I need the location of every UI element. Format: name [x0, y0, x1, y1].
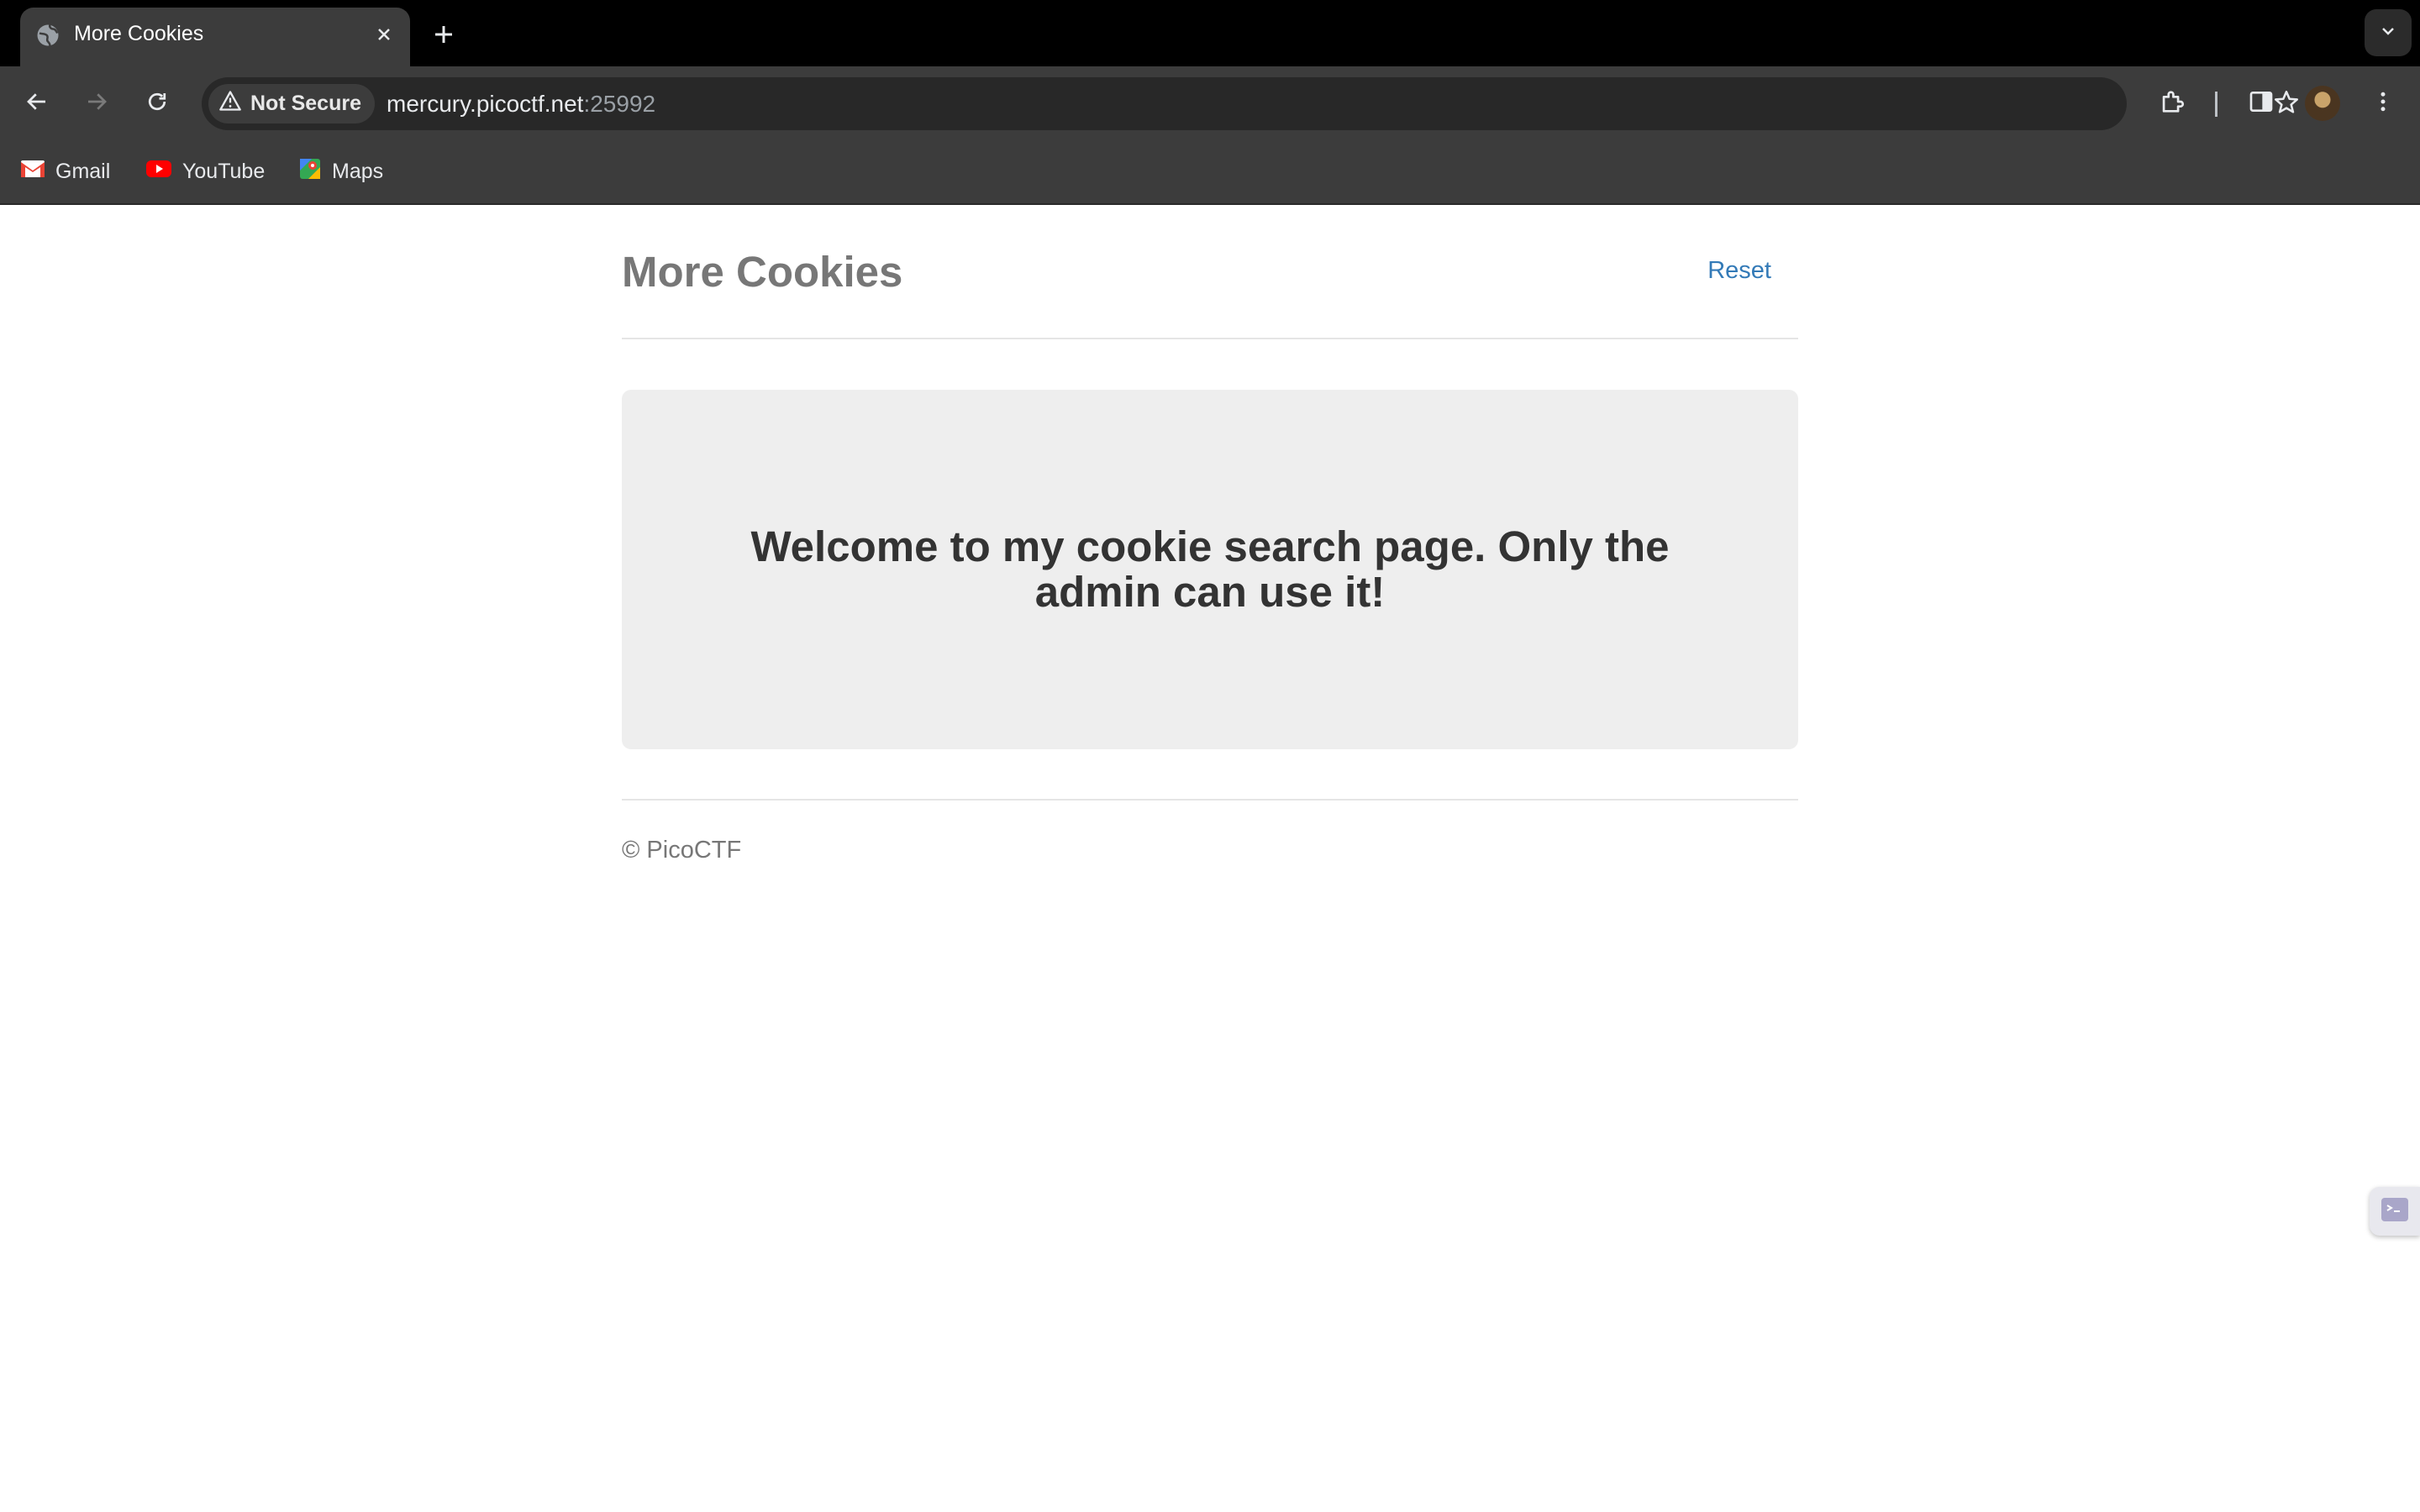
- chevron-down-icon: [2379, 22, 2397, 45]
- bookmarks-bar: Gmail YouTube Maps: [0, 140, 2420, 205]
- arrow-right-icon: [84, 89, 109, 118]
- url-port: :25992: [583, 91, 656, 117]
- browser-menu-button[interactable]: [2363, 83, 2403, 123]
- puzzle-icon: [2158, 87, 2186, 120]
- extensions-button[interactable]: [2152, 83, 2192, 123]
- page-content: More Cookies Reset Welcome to my cookie …: [0, 205, 2420, 1512]
- terminal-icon: [2380, 1196, 2410, 1227]
- bookmark-label: Maps: [332, 160, 384, 183]
- side-panel-icon: [2248, 88, 2275, 119]
- new-tab-button[interactable]: [428, 18, 460, 50]
- close-icon[interactable]: [371, 22, 397, 47]
- arrow-left-icon: [24, 89, 50, 118]
- back-button[interactable]: [17, 83, 57, 123]
- forward-button[interactable]: [76, 83, 117, 123]
- footer-copyright: © PicoCTF: [622, 837, 742, 864]
- profile-avatar[interactable]: [2305, 86, 2340, 121]
- globe-icon: [35, 23, 60, 48]
- youtube-icon: [145, 159, 172, 185]
- security-label: Not Secure: [250, 92, 361, 115]
- browser-toolbar: Not Secure mercury.picoctf.net:25992: [0, 66, 2420, 140]
- header-divider: [622, 338, 1798, 339]
- tab-strip: More Cookies: [0, 0, 2420, 66]
- reset-link[interactable]: Reset: [1707, 257, 1771, 285]
- bookmark-gmail[interactable]: Gmail: [20, 140, 110, 203]
- address-bar[interactable]: Not Secure mercury.picoctf.net:25992: [202, 77, 2299, 130]
- extension-side-tab[interactable]: [2370, 1187, 2420, 1236]
- tab-title: More Cookies: [74, 22, 204, 45]
- jumbotron: Welcome to my cookie search page. Only t…: [622, 390, 1798, 749]
- side-panel-button[interactable]: [2241, 83, 2281, 123]
- gmail-icon: [20, 159, 45, 185]
- tab-more-cookies[interactable]: More Cookies: [20, 8, 410, 66]
- tab-search-button[interactable]: [2365, 9, 2412, 56]
- url-text[interactable]: mercury.picoctf.net:25992: [387, 77, 655, 130]
- toolbar-divider: [2215, 92, 2217, 117]
- footer-divider: [622, 799, 1798, 801]
- bookmark-label: YouTube: [182, 160, 266, 183]
- url-host: mercury.picoctf.net: [387, 91, 584, 117]
- site-title: More Cookies: [622, 248, 903, 296]
- reload-button[interactable]: [137, 83, 177, 123]
- reload-icon: [145, 89, 170, 118]
- welcome-heading: Welcome to my cookie search page. Only t…: [750, 522, 1670, 616]
- more-vertical-icon: [2370, 89, 2396, 118]
- bookmark-maps[interactable]: Maps: [298, 140, 383, 203]
- bookmark-youtube[interactable]: YouTube: [145, 140, 265, 203]
- warning-icon: [218, 90, 242, 118]
- bookmark-label: Gmail: [55, 160, 111, 183]
- security-chip[interactable]: Not Secure: [208, 84, 375, 123]
- maps-icon: [298, 157, 322, 186]
